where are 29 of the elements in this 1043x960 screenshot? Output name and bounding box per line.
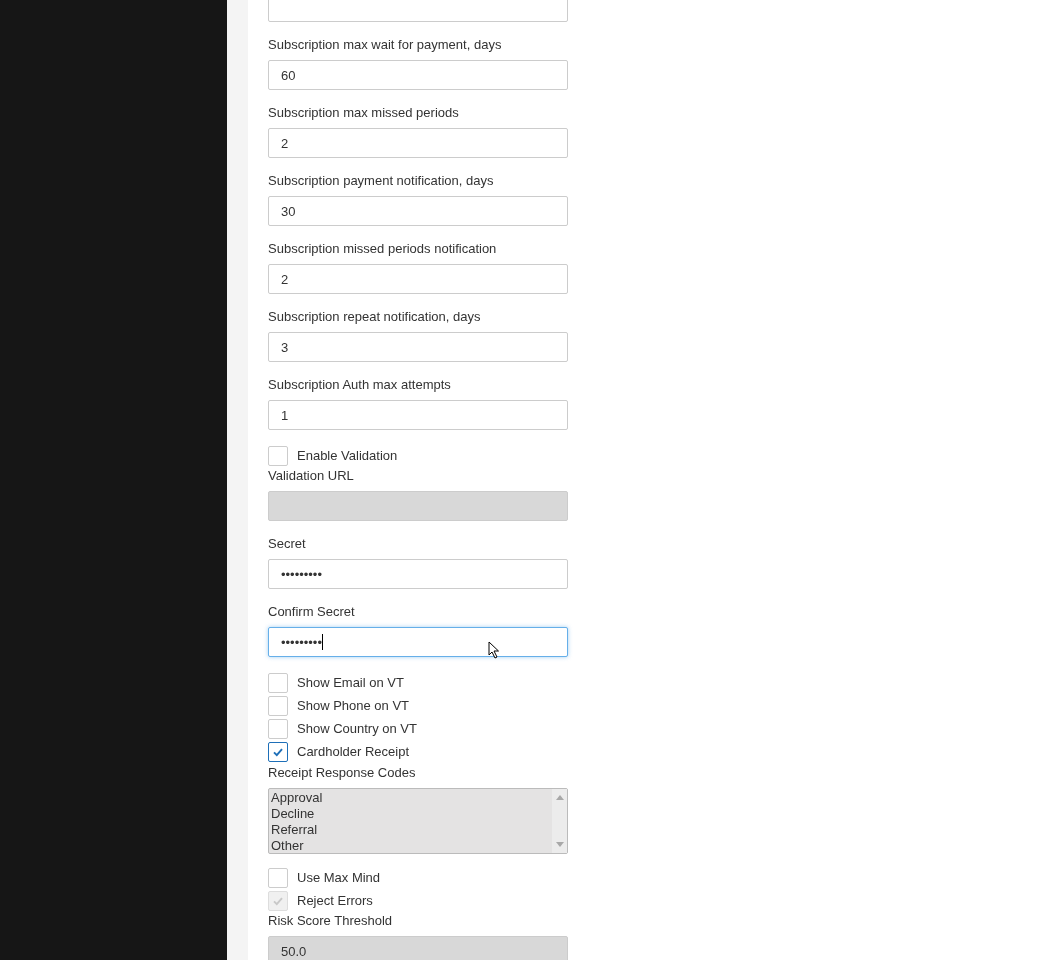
input-field[interactable]: ••••••••• bbox=[268, 559, 568, 589]
field-label: Risk Score Threshold bbox=[268, 912, 394, 930]
input-field[interactable]: 3 bbox=[268, 332, 568, 362]
checkbox-label: Enable Validation bbox=[297, 446, 398, 465]
input-field[interactable]: 1 bbox=[268, 400, 568, 430]
field-label: Subscription max missed periods bbox=[268, 104, 460, 122]
mouse-pointer-icon bbox=[488, 641, 500, 659]
field-label: Secret bbox=[268, 535, 307, 553]
field-label: Confirm Secret bbox=[268, 603, 356, 621]
input-field[interactable]: 2 bbox=[268, 264, 568, 294]
checkbox[interactable] bbox=[268, 741, 288, 762]
field-label: Subscription repeat notification, days bbox=[268, 308, 482, 326]
checkbox-label: Show Phone on VT bbox=[297, 696, 410, 715]
checkbox-label: Show Country on VT bbox=[297, 719, 417, 738]
checkbox-label: Reject Errors bbox=[297, 891, 373, 910]
field-label: Subscription payment notification, days bbox=[268, 172, 495, 190]
field-label: Receipt Response Codes bbox=[268, 764, 417, 782]
field-label: Subscription max wait for payment, days bbox=[268, 36, 503, 54]
checkbox-label: Use Max Mind bbox=[297, 868, 381, 887]
input-field[interactable]: ••••••••• bbox=[268, 627, 568, 657]
input-field[interactable]: 30 bbox=[268, 196, 568, 226]
input-field[interactable] bbox=[268, 0, 568, 22]
input-field[interactable]: 60 bbox=[268, 60, 568, 90]
input-field[interactable]: 2 bbox=[268, 128, 568, 158]
field-label: Subscription missed periods notification bbox=[268, 240, 498, 258]
checkbox-label: Cardholder Receipt bbox=[297, 742, 409, 761]
checkbox-label: Show Email on VT bbox=[297, 673, 404, 692]
field-label: Subscription Auth max attempts bbox=[268, 376, 452, 394]
field-label: Validation URL bbox=[268, 467, 355, 485]
